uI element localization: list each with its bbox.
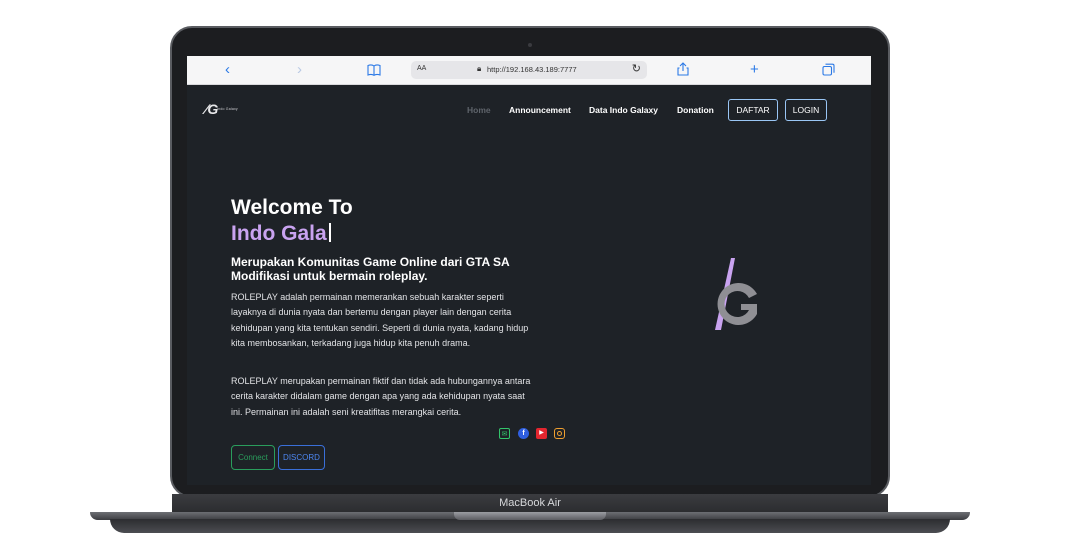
mail-icon[interactable]: ✉ [499,428,510,439]
reload-icon[interactable]: ↻ [632,62,641,75]
hero-paragraph-2: ROLEPLAY merupakan permainan fiktif dan … [231,376,531,417]
hero-paragraph-1: ROLEPLAY adalah permainan memerankan seb… [231,292,529,348]
laptop-notch [454,512,606,520]
typed-text: Indo Gala [231,222,327,245]
stage: ‹ › AA 🔒︎ http://192.168.43.189:7777 ↻ +… [0,0,1080,554]
chevron-right-icon[interactable]: › [297,60,302,80]
reader-aa-button[interactable]: AA [417,65,426,72]
lock-icon: 🔒︎ [477,64,482,73]
url-text[interactable]: http://192.168.43.189:7777 [487,65,577,74]
facebook-icon[interactable]: f [518,428,529,439]
laptop-base-bottom [110,519,950,533]
daftar-button[interactable]: DAFTAR [728,99,778,121]
book-icon[interactable] [367,62,381,82]
nav-announcement[interactable]: Announcement [509,105,571,115]
logo-text: Indo Galaxy [217,107,238,111]
laptop-screen: ‹ › AA 🔒︎ http://192.168.43.189:7777 ↻ +… [187,56,871,485]
nav-data-indo-galaxy[interactable]: Data Indo Galaxy [589,105,658,115]
instagram-icon[interactable] [554,428,565,439]
browser-toolbar: ‹ › AA 🔒︎ http://192.168.43.189:7777 ↻ + [187,56,871,85]
nav-donation[interactable]: Donation [677,105,714,115]
discord-button[interactable]: DISCORD [278,445,325,470]
youtube-icon[interactable]: ▶ [536,428,547,439]
typing-cursor [328,223,331,242]
camera [528,43,532,47]
chevron-left-icon[interactable]: ‹ [225,60,230,80]
hero-subtitle: Merupakan Komunitas Game Online dari GTA… [231,255,510,283]
connect-button[interactable]: Connect [231,445,275,470]
login-button[interactable]: LOGIN [785,99,827,121]
plus-icon[interactable]: + [750,60,759,80]
tabs-icon[interactable] [822,62,835,82]
hero-typed-text: Indo Gala [231,222,331,246]
site-logo[interactable]: ∕G Indo Galaxy [205,101,249,117]
nav-home[interactable]: Home [467,105,491,115]
hero-logo-icon [715,258,757,330]
hero-welcome: Welcome To [231,196,353,219]
device-label: MacBook Air [499,497,561,509]
share-icon[interactable] [677,62,689,82]
address-bar[interactable]: AA 🔒︎ http://192.168.43.189:7777 ↻ [411,61,647,79]
